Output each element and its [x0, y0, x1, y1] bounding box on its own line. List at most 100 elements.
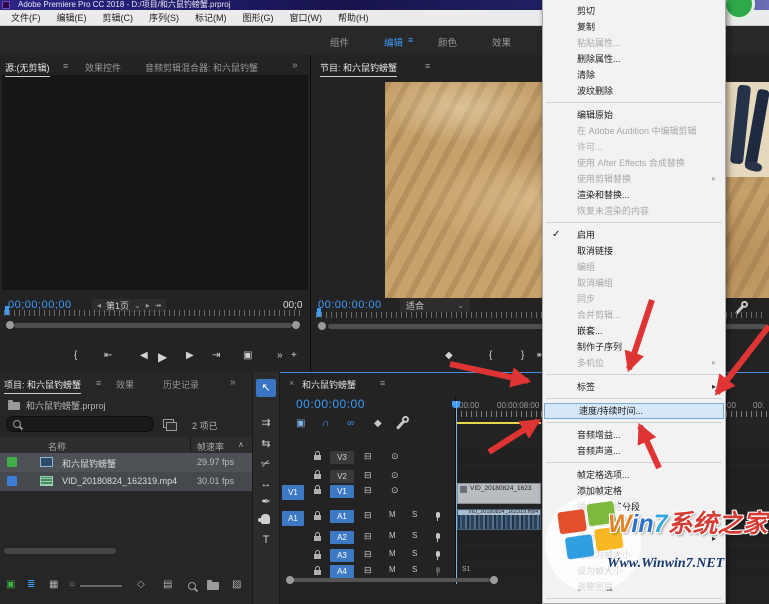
- source-panel-menu-icon[interactable]: ≡: [63, 61, 68, 71]
- track-target-v3[interactable]: V3: [330, 451, 354, 464]
- program-panel-menu-icon[interactable]: ≡: [425, 61, 430, 71]
- track-lock-icon[interactable]: [314, 536, 321, 541]
- goto-out-button[interactable]: ⇥: [212, 350, 220, 361]
- item-name[interactable]: 和六鼠钓螃蟹: [62, 457, 116, 470]
- tab-source[interactable]: 效果控件: [85, 61, 121, 74]
- fit-select[interactable]: 适合 ⌄: [400, 298, 470, 312]
- track-mic-icon[interactable]: [436, 512, 440, 518]
- context-menu-item[interactable]: 复制: [543, 19, 725, 35]
- step-fwd-button[interactable]: ▶: [186, 350, 194, 361]
- source-scrollbar[interactable]: [14, 323, 292, 328]
- page-next-icon[interactable]: ▸: [146, 301, 150, 310]
- track-eye-icon[interactable]: ⊙: [391, 451, 399, 462]
- source-scrollbar-right-handle[interactable]: [292, 321, 300, 329]
- project-panel-menu-icon[interactable]: ≡: [96, 378, 101, 388]
- breadcrumb[interactable]: 和六鼠钓螃蟹.prproj: [26, 399, 106, 412]
- project-hscrollbar[interactable]: [4, 548, 116, 554]
- track-target-a2[interactable]: A2: [330, 531, 354, 544]
- snap-icon[interactable]: ∩: [322, 418, 329, 429]
- context-menu-item[interactable]: 帧定格选项...: [543, 467, 725, 483]
- source-patch-badge[interactable]: V1: [282, 485, 304, 500]
- track-target-a1[interactable]: A1: [330, 510, 354, 523]
- track-eye-icon[interactable]: ⊙: [391, 485, 399, 496]
- tab-program-monitor[interactable]: 节目: 和六鼠钓螃蟹: [320, 61, 397, 77]
- column-name[interactable]: 名称: [48, 440, 66, 453]
- context-menu-item[interactable]: 标签▸: [543, 379, 725, 395]
- more-button[interactable]: »: [277, 350, 283, 361]
- track-lock-icon[interactable]: [314, 515, 321, 520]
- chevron-down-icon[interactable]: ⌄: [134, 301, 141, 310]
- menu-item-speed-duration[interactable]: 速度/持续时间...: [544, 403, 724, 419]
- plus-button[interactable]: +: [291, 350, 297, 361]
- track-select-forward-tool[interactable]: ⇉: [256, 414, 276, 432]
- workspace-tab-item[interactable]: 组件: [330, 35, 349, 49]
- context-menu-item[interactable]: 粘贴属性...: [543, 35, 725, 51]
- nest-toggle-icon[interactable]: ▣: [296, 418, 305, 429]
- track-target-a4[interactable]: A4: [330, 565, 354, 578]
- track-lock-icon[interactable]: [314, 570, 321, 575]
- track-output-icon[interactable]: ⊟: [364, 451, 372, 462]
- label-color-swatch[interactable]: [7, 476, 17, 486]
- source-ruler[interactable]: [4, 310, 304, 316]
- context-menu-item[interactable]: 恢复未渲染的内容: [543, 203, 725, 219]
- context-menu-item[interactable]: 取消链接: [543, 243, 725, 259]
- hand-tool[interactable]: [261, 514, 270, 524]
- tab-project-item[interactable]: 效果: [116, 378, 134, 391]
- tab-project-item[interactable]: 历史记录: [163, 378, 199, 391]
- menubar-item[interactable]: 序列(S): [141, 11, 187, 24]
- play-button[interactable]: ▶: [158, 350, 167, 364]
- track-mute-button[interactable]: M: [389, 565, 396, 574]
- track-output-icon[interactable]: ⊟: [364, 565, 372, 576]
- track-mute-button[interactable]: M: [389, 549, 396, 558]
- context-menu-item[interactable]: 渲染和替换...: [543, 187, 725, 203]
- context-menu-item[interactable]: 音频声道...: [543, 443, 725, 459]
- type-tool[interactable]: T: [256, 531, 276, 549]
- column-divider[interactable]: [190, 437, 191, 453]
- new-item-icon[interactable]: ▨: [232, 579, 241, 590]
- mark-in-button[interactable]: {: [489, 350, 492, 361]
- track-solo-button[interactable]: S: [412, 510, 417, 519]
- track-target-v1[interactable]: V1: [330, 485, 354, 498]
- track-solo-button[interactable]: S: [412, 549, 417, 558]
- new-bin-icon[interactable]: [207, 582, 219, 590]
- add-marker-icon[interactable]: ◆: [374, 418, 382, 429]
- source-scrollbar-left-handle[interactable]: [6, 321, 14, 329]
- sort-asc-icon[interactable]: ∧: [238, 440, 244, 449]
- track-solo-button[interactable]: S: [412, 565, 417, 574]
- workspace-tab-active[interactable]: 编辑: [384, 35, 403, 49]
- track-mute-button[interactable]: M: [389, 531, 396, 540]
- context-menu-item[interactable]: 同步: [543, 291, 725, 307]
- track-solo-button[interactable]: S: [412, 531, 417, 540]
- track-lock-icon[interactable]: [314, 489, 321, 494]
- context-menu-item[interactable]: 启用✓: [543, 227, 725, 243]
- icon-view-icon[interactable]: ▦: [49, 579, 58, 590]
- export-frame-button[interactable]: ▣: [243, 350, 252, 361]
- workspace-tab-item[interactable]: 颜色: [438, 35, 457, 49]
- goto-in-button[interactable]: ⇤: [104, 350, 112, 361]
- context-menu-item[interactable]: 在 Adobe Audition 中编辑剪辑: [543, 123, 725, 139]
- track-mic-icon[interactable]: [436, 567, 440, 573]
- track-lock-icon[interactable]: [314, 455, 321, 460]
- selection-tool[interactable]: ↖: [256, 379, 276, 397]
- pen-tool[interactable]: ✒: [256, 493, 276, 511]
- filmstrip-icon[interactable]: ▤: [163, 579, 172, 590]
- audio-clip[interactable]: VID_20180824_162319.mp4: [457, 509, 541, 530]
- marker-button[interactable]: ◆: [445, 350, 453, 361]
- timeline-hscrollbar[interactable]: [292, 578, 490, 582]
- find-icon[interactable]: [188, 582, 196, 590]
- menubar-item[interactable]: 标记(M): [187, 11, 235, 24]
- project-tabs-overflow-icon[interactable]: »: [230, 377, 236, 388]
- track-output-icon[interactable]: ⊟: [364, 531, 372, 542]
- track-output-icon[interactable]: ⊟: [364, 549, 372, 560]
- ripple-edit-tool[interactable]: ⇆: [256, 435, 276, 453]
- source-patch-badge[interactable]: A1: [282, 511, 304, 526]
- menubar-item[interactable]: 帮助(H): [330, 11, 377, 24]
- context-menu-item[interactable]: 波纹删除: [543, 83, 725, 99]
- track-lock-icon[interactable]: [314, 554, 321, 559]
- column-fps[interactable]: 帧速率: [197, 440, 224, 453]
- linked-selection-icon[interactable]: ∞: [347, 418, 354, 429]
- timeline-hscrollbar-right-handle[interactable]: [490, 576, 498, 584]
- track-target-a3[interactable]: A3: [330, 549, 354, 562]
- context-menu-item[interactable]: 编辑原始: [543, 107, 725, 123]
- zoom-slider[interactable]: [80, 585, 122, 587]
